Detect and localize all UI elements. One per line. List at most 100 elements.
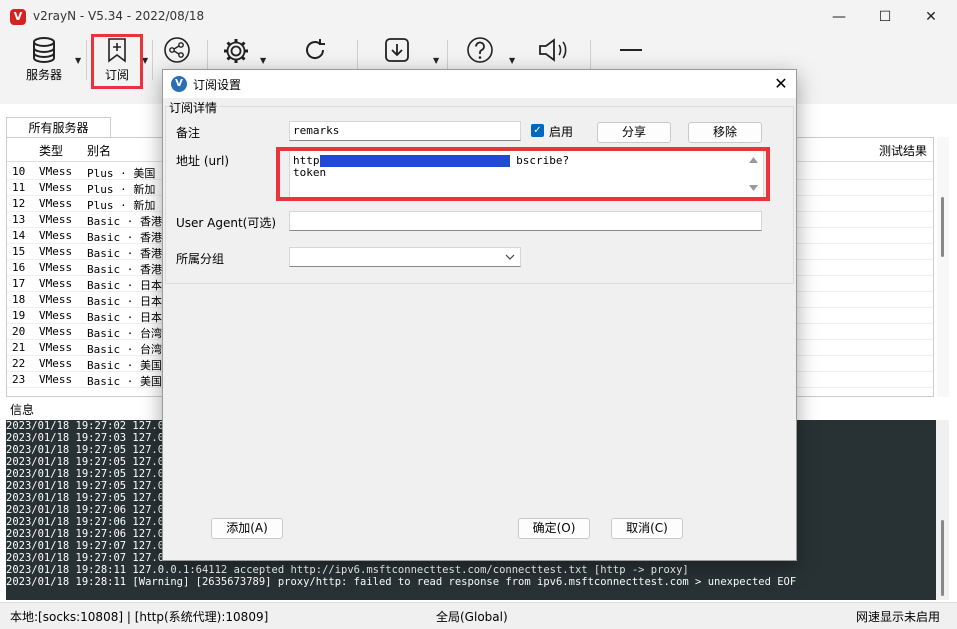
column-alias[interactable]: 别名 (87, 142, 111, 159)
app-logo-icon: V (171, 76, 187, 92)
group-select-label: 所属分组 (176, 252, 225, 266)
minimize-button[interactable]: — (816, 0, 862, 34)
row-alias: Plus · 新加 (87, 183, 156, 196)
download-icon (385, 38, 409, 62)
row-index: 12 (12, 197, 26, 210)
add-button[interactable]: 添加(A) (211, 518, 283, 539)
status-local-ports: 本地:[socks:10808] | [http(系统代理):10809] (10, 610, 269, 624)
app-window: V v2rayN - V5.34 - 2022/08/18 — ☐ ✕ 服务器 … (0, 0, 957, 629)
row-type: VMess (39, 309, 73, 322)
row-index: 21 (12, 341, 26, 354)
row-alias: Basic · 日本 (87, 295, 162, 308)
ok-button[interactable]: 确定(O) (518, 518, 590, 539)
remarks-label: 备注 (176, 126, 201, 140)
row-type: VMess (39, 341, 73, 354)
subscription-dialog: V 订阅设置 ✕ 订阅详情 备注 remarks ✓ 启用 分享 移除 地址 (… (162, 69, 797, 561)
refresh-icon (306, 39, 325, 59)
row-alias: Basic · 日本 (87, 311, 162, 324)
row-type: VMess (39, 245, 73, 258)
toolbar-separator (152, 40, 153, 80)
row-type: VMess (39, 213, 73, 226)
row-index: 23 (12, 373, 26, 386)
scroll-thumb[interactable] (941, 197, 944, 257)
row-type: VMess (39, 325, 73, 338)
enable-label: 启用 (549, 125, 574, 139)
database-icon (33, 37, 55, 64)
info-label: 信息 (10, 403, 35, 417)
help-icon (467, 37, 493, 63)
servers-button[interactable]: 服务器 (18, 36, 70, 92)
row-index: 14 (12, 229, 26, 242)
url-label: 地址 (url) (176, 154, 230, 168)
close-button[interactable]: ✕ (908, 0, 954, 34)
status-routing-mode[interactable]: 全局(Global) (436, 608, 508, 625)
share-button[interactable]: 分享 (597, 122, 671, 143)
dialog-title-bar: V 订阅设置 ✕ (163, 70, 796, 98)
tab-all-servers[interactable]: 所有服务器 (6, 117, 111, 137)
row-alias: Plus · 美国 (87, 167, 156, 180)
log-scrollbar[interactable] (936, 420, 949, 600)
row-index: 10 (12, 165, 26, 178)
log-line: 2023/01/18 19:28:11 127.0.0.1:64112 acce… (6, 564, 689, 576)
servers-label: 服务器 (25, 68, 62, 82)
servers-dropdown-icon[interactable]: ▼ (75, 56, 81, 65)
row-type: VMess (39, 357, 73, 370)
row-type: VMess (39, 293, 73, 306)
enable-checkbox[interactable]: ✓ (531, 124, 544, 137)
row-index: 20 (12, 325, 26, 338)
toolbar-separator (86, 40, 87, 80)
help-dropdown-icon[interactable]: ▼ (509, 56, 515, 65)
status-speed: 网速显示未启用 (856, 610, 941, 624)
row-index: 19 (12, 309, 26, 322)
row-index: 16 (12, 261, 26, 274)
update-dropdown-icon[interactable]: ▼ (433, 56, 439, 65)
group-label: 订阅详情 (169, 99, 220, 116)
speaker-icon (539, 38, 567, 62)
scroll-thumb[interactable] (941, 520, 944, 596)
settings-dropdown-icon[interactable]: ▼ (260, 56, 266, 65)
user-agent-input[interactable] (289, 211, 762, 231)
row-alias: Basic · 美国 (87, 375, 162, 388)
row-alias: Basic · 日本 (87, 279, 162, 292)
dialog-close-button[interactable]: ✕ (771, 74, 791, 94)
server-list-scrollbar[interactable] (937, 137, 949, 397)
subscription-highlight (91, 34, 143, 89)
row-alias: Basic · 香港 (87, 231, 162, 244)
row-alias: Basic · 香港 (87, 247, 162, 260)
row-alias: Plus · 新加 (87, 199, 156, 212)
row-type: VMess (39, 197, 73, 210)
row-index: 15 (12, 245, 26, 258)
row-type: VMess (39, 277, 73, 290)
row-type: VMess (39, 181, 73, 194)
row-type: VMess (39, 229, 73, 242)
row-index: 22 (12, 357, 26, 370)
row-alias: Basic · 香港 (87, 263, 162, 276)
remarks-input[interactable]: remarks (289, 121, 521, 141)
url-highlight (276, 147, 770, 201)
divider (165, 283, 794, 284)
column-type[interactable]: 类型 (39, 142, 63, 159)
minus-icon (620, 49, 642, 51)
group-select[interactable] (289, 247, 521, 267)
chevron-down-icon (505, 254, 515, 260)
row-index: 17 (12, 277, 26, 290)
row-alias: Basic · 台湾 (87, 327, 162, 340)
share-icon (164, 37, 190, 63)
row-alias: Basic · 美国 (87, 359, 162, 372)
app-logo-icon: V (10, 9, 26, 25)
row-index: 11 (12, 181, 26, 194)
status-bar: 本地:[socks:10808] | [http(系统代理):10809] 全局… (0, 602, 957, 629)
window-title: v2rayN - V5.34 - 2022/08/18 (33, 9, 205, 23)
title-bar: V v2rayN - V5.34 - 2022/08/18 — ☐ ✕ (0, 0, 957, 34)
column-test-result[interactable]: 测试结果 (879, 142, 927, 159)
cancel-button[interactable]: 取消(C) (611, 518, 683, 539)
row-alias: Basic · 香港 (87, 215, 162, 228)
log-line: 2023/01/18 19:28:11 [Warning] [263567378… (6, 576, 797, 588)
maximize-button[interactable]: ☐ (862, 0, 908, 34)
row-type: VMess (39, 261, 73, 274)
user-agent-label: User Agent(可选) (176, 216, 277, 230)
gear-icon (224, 39, 248, 63)
row-type: VMess (39, 165, 73, 178)
remove-button[interactable]: 移除 (688, 122, 762, 143)
dialog-title: 订阅设置 (193, 78, 242, 92)
